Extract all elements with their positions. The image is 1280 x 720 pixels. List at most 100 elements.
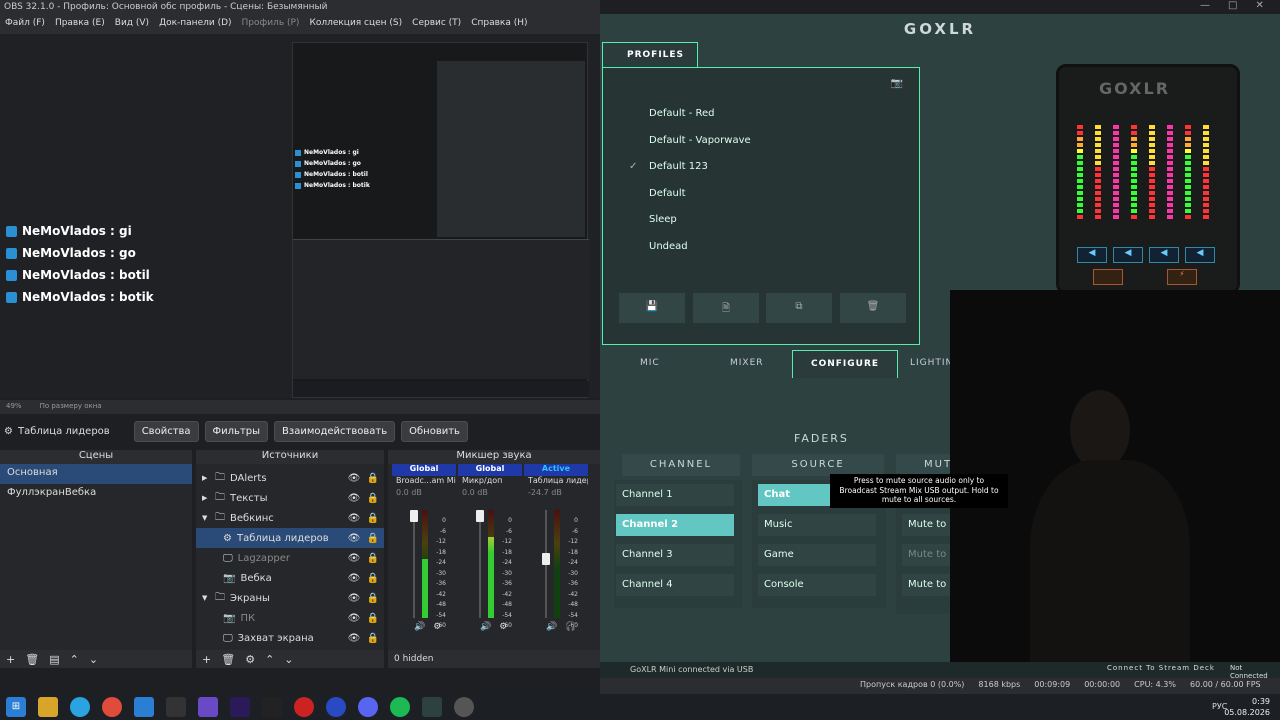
profile-item[interactable]: Default (649, 188, 686, 199)
terminal-icon[interactable] (166, 697, 186, 717)
channel-name[interactable]: Таблица лидеров (524, 476, 588, 488)
lock-icon[interactable]: 🔒 (366, 513, 380, 524)
channel-option[interactable]: Channel 1 (616, 484, 734, 506)
visibility-icon[interactable]: 👁 (347, 573, 361, 584)
profile-item[interactable]: Default - Vaporwave (649, 135, 751, 146)
source-item[interactable]: 📷 ПК 👁 🔒 (196, 608, 384, 628)
down-icon[interactable]: ⌄ (284, 653, 293, 666)
up-icon[interactable]: ⌃ (265, 653, 274, 666)
trash-icon[interactable]: 🗑 (840, 293, 906, 323)
mute-button-1[interactable]: ◀ (1077, 247, 1107, 263)
explorer-icon[interactable] (38, 697, 58, 717)
filter-icon[interactable]: ▤ (49, 653, 59, 666)
source-item[interactable]: ⚙ Таблица лидеров 👁 🔒 (196, 528, 384, 548)
trash-icon[interactable]: 🗑 (221, 653, 235, 666)
goxlr-icon[interactable] (422, 697, 442, 717)
trash-icon[interactable]: 🗑 (25, 653, 39, 666)
channel-option[interactable]: Channel 2 (616, 514, 734, 536)
fader-knob[interactable] (410, 510, 418, 522)
lock-icon[interactable]: 🔒 (366, 593, 380, 604)
refresh-button[interactable]: Обновить (401, 420, 468, 442)
visibility-icon[interactable]: 👁 (347, 493, 361, 504)
menu-file[interactable]: Файл (F) (5, 18, 45, 32)
speaker-icon[interactable]: 🔊 (480, 622, 491, 632)
expand-icon[interactable]: ▶ (202, 494, 210, 502)
epic-icon[interactable] (262, 697, 282, 717)
source-option[interactable]: Game (758, 544, 876, 566)
zoom-level[interactable]: 49% (6, 402, 22, 412)
source-item[interactable]: 🖵 Захват экрана 👁 🔒 (196, 628, 384, 648)
connect-stream-deck[interactable]: Connect To Stream Deck (1107, 664, 1215, 672)
camera-icon[interactable]: 📷 (891, 78, 903, 89)
menu-docks[interactable]: Док-панели (D) (159, 18, 231, 32)
properties-button[interactable]: Свойства (133, 420, 199, 442)
menu-edit[interactable]: Правка (E) (55, 18, 105, 32)
profile-item[interactable]: Undead (649, 241, 688, 252)
source-item[interactable]: ▼ 🗀 Экраны 👁 🔒 (196, 588, 384, 608)
lock-icon[interactable]: 🔒 (366, 553, 380, 564)
settings-icon[interactable]: 🎧 (565, 622, 576, 632)
visibility-icon[interactable]: 👁 (347, 613, 361, 624)
channel-name[interactable]: Микр/доп (458, 476, 522, 488)
scene-item[interactable]: Основная (0, 464, 192, 484)
copy-icon[interactable]: ⧉ (766, 293, 832, 323)
lock-icon[interactable]: 🔒 (366, 493, 380, 504)
new-file-icon[interactable]: 🗎 (693, 293, 759, 323)
minimize-icon[interactable]: — (1200, 0, 1210, 11)
menu-view[interactable]: Вид (V) (115, 18, 149, 32)
maximize-icon[interactable]: □ (1228, 0, 1237, 11)
interact-button[interactable]: Взаимодействовать (274, 420, 396, 442)
zoom-mode[interactable]: По размеру окна (40, 402, 102, 412)
visibility-icon[interactable]: 👁 (347, 633, 361, 644)
channel-option[interactable]: Channel 4 (616, 574, 734, 596)
gear-icon[interactable]: ⚙ (245, 653, 255, 666)
filters-button[interactable]: Фильтры (204, 420, 269, 442)
source-item[interactable]: ▶ 🗀 Тексты 👁 🔒 (196, 488, 384, 508)
source-option[interactable]: Music (758, 514, 876, 536)
source-item[interactable]: ▼ 🗀 Вебкинс 👁 🔒 (196, 508, 384, 528)
expand-icon[interactable]: ▼ (202, 594, 210, 602)
mute-button-2[interactable]: ◀ (1113, 247, 1143, 263)
menu-scene-collection[interactable]: Коллекция сцен (S) (309, 18, 402, 32)
profile-item[interactable]: Default 123 (649, 161, 708, 172)
settings-icon[interactable]: ⚙ (499, 622, 507, 632)
source-option[interactable]: Console (758, 574, 876, 596)
app3-icon[interactable] (326, 697, 346, 717)
tab-configure[interactable]: CONFIGURE (792, 350, 899, 378)
mute-button-3[interactable]: ◀ (1149, 247, 1179, 263)
lock-icon[interactable]: 🔒 (366, 633, 380, 644)
menu-profile[interactable]: Профиль (P) (242, 18, 300, 32)
mute-button-4[interactable]: ◀ (1185, 247, 1215, 263)
telegram-icon[interactable] (70, 697, 90, 717)
lock-icon[interactable]: 🔒 (366, 573, 380, 584)
chrome-icon[interactable] (102, 697, 122, 717)
save-icon[interactable]: 💾 (619, 293, 685, 323)
channel-name[interactable]: Broadc...am Mix (392, 476, 456, 488)
visibility-icon[interactable]: 👁 (347, 533, 361, 544)
tab-mic[interactable]: MIC (640, 358, 660, 368)
visibility-icon[interactable]: 👁 (347, 553, 361, 564)
menu-tools[interactable]: Сервис (T) (412, 18, 461, 32)
expand-icon[interactable]: ▼ (202, 514, 210, 522)
premiere-icon[interactable] (230, 697, 250, 717)
volume-fader[interactable] (410, 510, 418, 618)
add-icon[interactable]: + (6, 653, 15, 666)
visibility-icon[interactable]: 👁 (347, 473, 361, 484)
fader-knob[interactable] (476, 510, 484, 522)
speaker-icon[interactable]: 🔊 (414, 622, 425, 632)
source-item[interactable]: ▶ 🗀 DAlerts 👁 🔒 (196, 468, 384, 488)
profile-item[interactable]: Sleep (649, 214, 677, 225)
channel-option[interactable]: Channel 3 (616, 544, 734, 566)
add-icon[interactable]: + (202, 653, 211, 666)
bleep-button[interactable] (1093, 269, 1123, 285)
lock-icon[interactable]: 🔒 (366, 473, 380, 484)
window-controls[interactable]: — □ ✕ (1200, 0, 1264, 11)
app2-icon[interactable] (294, 697, 314, 717)
scene-item[interactable]: ФуллэкранВебка (0, 484, 192, 504)
clock[interactable]: 0:39 05.08.2026 (1224, 696, 1270, 718)
lock-icon[interactable]: 🔒 (366, 613, 380, 624)
source-item[interactable]: 🖵 Lagzapper 👁 🔒 (196, 548, 384, 568)
volume-fader[interactable] (542, 510, 550, 618)
tab-profiles[interactable]: PROFILES (602, 42, 698, 68)
start-icon[interactable]: ⊞ (6, 697, 26, 717)
